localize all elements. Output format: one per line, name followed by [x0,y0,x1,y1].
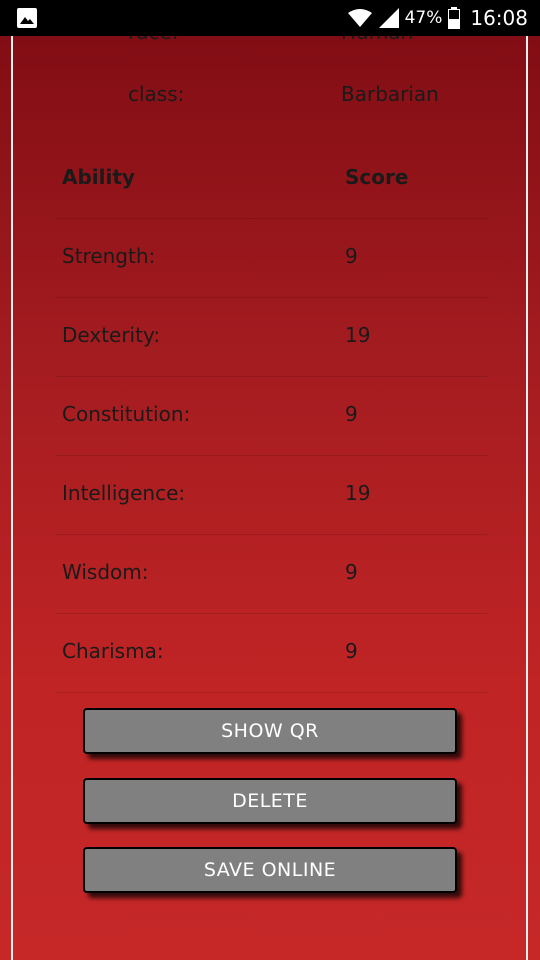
right-border-line [526,36,528,960]
status-bar: 47% 16:08 [0,0,540,36]
ability-score: 9 [345,560,358,584]
save-online-button[interactable]: SAVE ONLINE [83,847,457,893]
class-value: Barbarian [341,82,439,106]
ability-name: Dexterity: [62,323,161,347]
character-sheet: race: Human class: Barbarian Ability Sco… [0,36,540,960]
class-label: class: [128,82,185,106]
ability-name: Wisdom: [62,560,149,584]
ability-name: Constitution: [62,402,191,426]
table-row: Constitution: 9 [56,377,487,456]
clock: 16:08 [470,6,528,30]
table-row: Dexterity: 19 [56,298,487,377]
show-qr-button[interactable]: SHOW QR [83,708,457,754]
battery-percent: 47% [404,8,443,28]
left-border-line [11,36,13,960]
delete-button[interactable]: DELETE [83,778,457,824]
ability-table: Ability Score Strength: 9 Dexterity: 19 … [56,140,487,693]
ability-score: 19 [345,323,371,347]
table-row: Strength: 9 [56,219,487,298]
ability-score: 9 [345,402,358,426]
table-row: Wisdom: 9 [56,535,487,614]
table-row: Charisma: 9 [56,614,487,693]
battery-icon [448,7,461,29]
ability-score: 9 [345,244,358,268]
race-value: Human [341,36,413,44]
ability-name: Intelligence: [62,481,186,505]
score-column-header: Score [345,165,409,189]
ability-table-header: Ability Score [56,140,487,219]
class-row: class: Barbarian [0,74,540,114]
wifi-icon [347,9,372,27]
race-row: race: Human [0,36,540,52]
ability-column-header: Ability [62,165,135,189]
table-row: Intelligence: 19 [56,456,487,535]
signal-icon [378,8,399,28]
ability-name: Strength: [62,244,156,268]
race-label: race: [128,36,179,44]
image-notification-icon [17,8,37,28]
ability-score: 19 [345,481,371,505]
ability-name: Charisma: [62,639,164,663]
ability-score: 9 [345,639,358,663]
